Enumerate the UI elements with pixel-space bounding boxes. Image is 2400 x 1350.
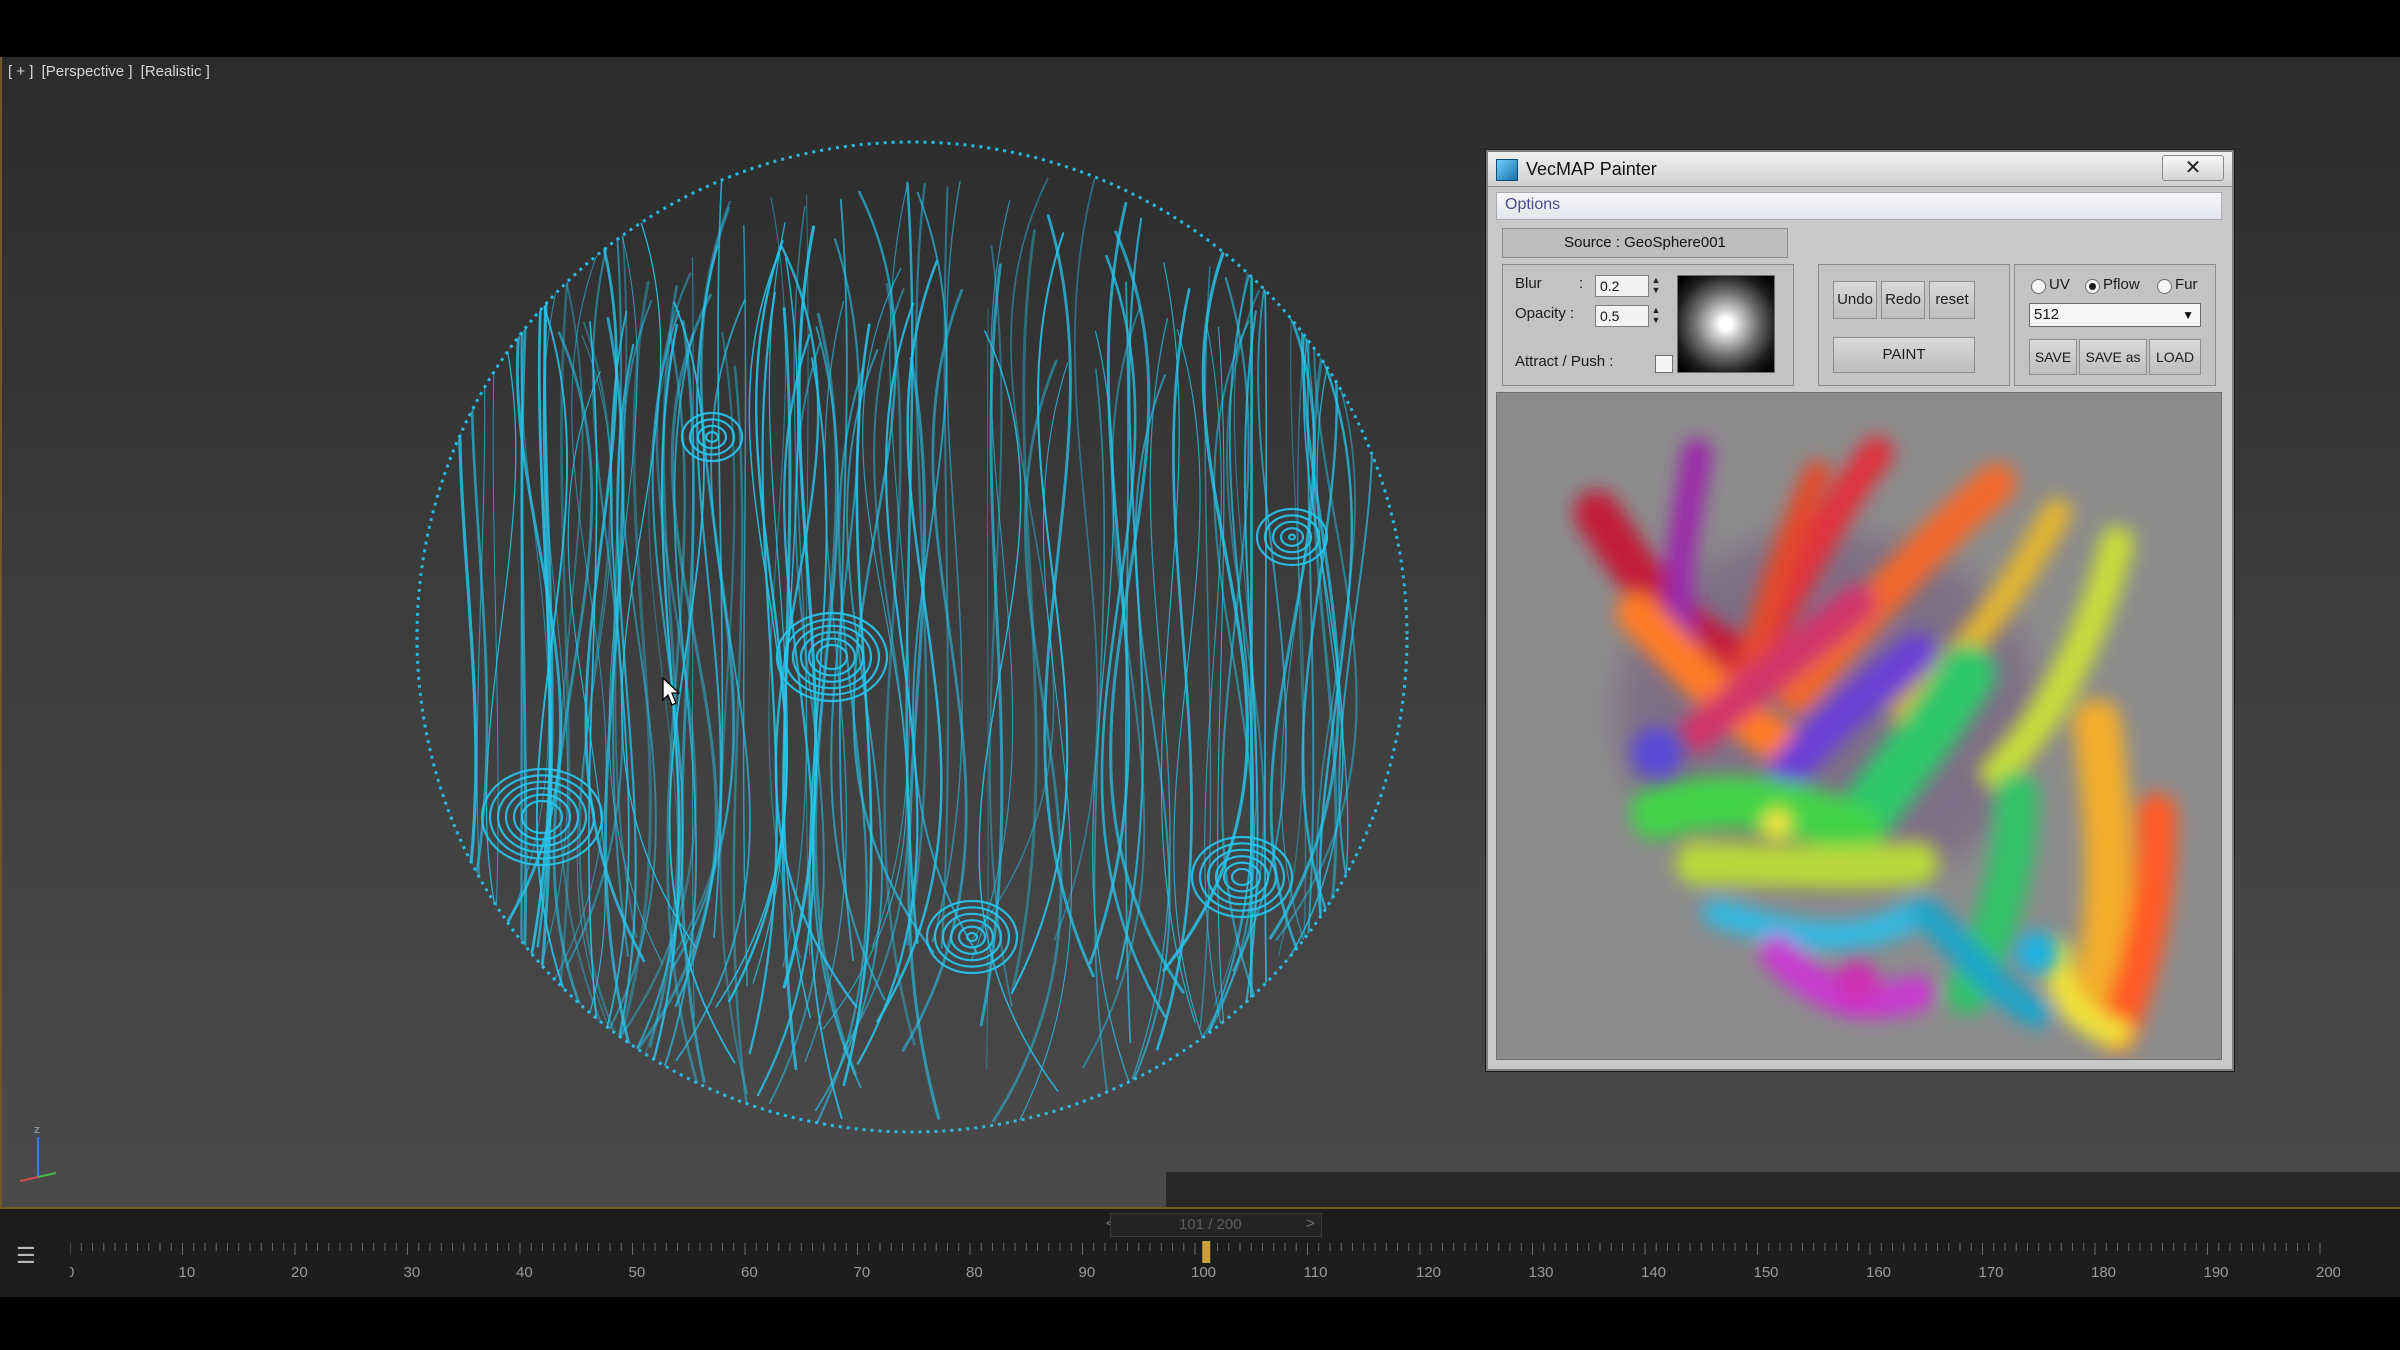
radio-uv[interactable] [2031,279,2046,294]
viewport-label[interactable]: [ + ] [Perspective ] [Realistic ] [8,63,214,80]
timeline-ruler[interactable]: 0 10 20 30 40 50 60 70 80 90 100 110 120 130 140 150 160… [70,1239,2340,1299]
close-button[interactable]: ✕ [2162,155,2224,181]
vecmap-painter-dialog: VecMAP Painter ✕ Options Source : GeoSph… [1486,150,2234,1071]
app-icon [1496,159,1518,181]
save-as-button[interactable]: SAVE as [2079,339,2147,375]
current-frame-marker[interactable] [1202,1241,1211,1263]
radio-uv-label: UV [2049,276,2070,293]
timeline-tick-label: 140 [1641,1264,1666,1281]
axis-gizmo-icon: z [19,1123,57,1182]
timeline[interactable]: ☰ < 101 / 200 > 010203040506070809010011… [0,1207,2400,1297]
time-next-button[interactable]: > [1306,1215,1315,1232]
viewport-view-menu[interactable]: [Perspective ] [42,63,133,80]
timeline-tick-label: 100 [1191,1264,1216,1281]
brush-settings-group: Blur : 0.2 ▲ ▼ Opacity : 0.5 ▲ ▼ Attract /… [1502,264,1794,386]
load-button[interactable]: LOAD [2149,339,2201,375]
timeline-tick-label: 90 [1079,1264,1096,1281]
resolution-select[interactable]: 512 ▼ [2029,303,2201,327]
options-label: Options [1505,196,1561,213]
radio-pflow-label: Pflow [2103,276,2140,293]
blur-colon: : [1579,275,1584,292]
source-button[interactable]: Source : GeoSphere001 [1502,228,1788,258]
mouse-cursor-icon [662,677,681,706]
timeline-tick-label: 170 [1979,1264,2004,1281]
undo-button[interactable]: Undo [1833,281,1877,319]
blur-label: Blur [1515,275,1542,292]
timeline-tick-label: 80 [966,1264,983,1281]
timeline-tick-label: 120 [1416,1264,1441,1281]
particle-sphere [415,140,1409,1134]
chevron-down-icon: ▼ [2182,308,2194,322]
radio-fur-label: Fur [2175,276,2198,293]
output-group: UV Pflow Fur 512 ▼ SAVE SAVE as LOAD [2014,264,2216,386]
attract-push-checkbox[interactable] [1655,355,1673,373]
opacity-label: Opacity : [1515,305,1575,322]
opacity-spinner-arrows-icon[interactable]: ▲ ▼ [1649,305,1663,325]
blur-spinner[interactable]: 0.2 [1595,275,1649,297]
reset-button[interactable]: reset [1929,281,1975,319]
timeline-toggle-icon[interactable]: ☰ [16,1243,46,1269]
options-rollout[interactable]: Options [1496,192,2222,220]
history-group: Undo Redo reset PAINT [1818,264,2010,386]
timeline-tick-label: 0 [70,1264,74,1281]
time-slider[interactable]: 101 / 200 [1110,1213,1322,1237]
svg-text:z: z [34,1123,40,1136]
timeline-tick-label: 30 [404,1264,421,1281]
opacity-spinner[interactable]: 0.5 [1595,305,1649,327]
vector-map-painting [1497,393,2221,1059]
timeline-tick-label: 20 [291,1264,308,1281]
redo-button[interactable]: Redo [1881,281,1925,319]
attract-push-label: Attract / Push : [1515,353,1614,370]
timeline-tick-label: 50 [629,1264,646,1281]
timeline-tick-label: 70 [854,1264,871,1281]
timeline-tick-label: 150 [1754,1264,1779,1281]
timeline-tick-label: 190 [2204,1264,2229,1281]
viewport-shading-menu[interactable]: [Realistic ] [141,63,210,80]
timeline-tick-label: 40 [516,1264,533,1281]
blur-spinner-arrows-icon[interactable]: ▲ ▼ [1649,275,1663,295]
dialog-titlebar[interactable]: VecMAP Painter ✕ [1488,152,2232,187]
radio-pflow[interactable] [2085,279,2100,294]
timeline-tick-label: 10 [179,1264,196,1281]
vector-map-canvas[interactable] [1496,392,2222,1060]
timeline-tick-label: 180 [2091,1264,2116,1281]
brush-preview [1677,275,1775,373]
timeline-tick-label: 200 [2316,1264,2340,1281]
timeline-tick-label: 60 [741,1264,758,1281]
timeline-tick-label: 130 [1529,1264,1554,1281]
radio-fur[interactable] [2157,279,2172,294]
frame-display: 101 / 200 [1179,1216,1242,1233]
timeline-tick-label: 110 [1304,1264,1328,1281]
save-button[interactable]: SAVE [2029,339,2077,375]
resolution-value: 512 [2034,306,2060,323]
timeline-tick-label: 160 [1866,1264,1891,1281]
dialog-title: VecMAP Painter [1526,159,1657,179]
viewport-plus-menu[interactable]: [ + ] [8,63,33,80]
paint-button[interactable]: PAINT [1833,337,1975,373]
